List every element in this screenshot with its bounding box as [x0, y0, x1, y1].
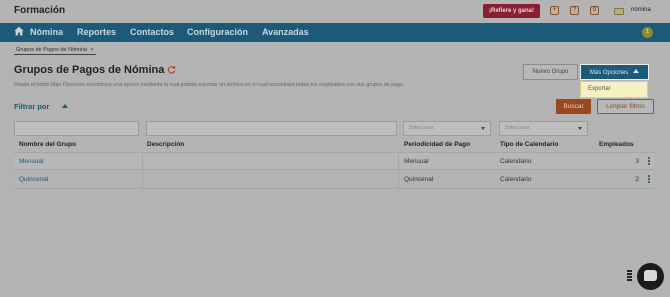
chevron-down-icon: [481, 127, 485, 130]
chevron-up-icon[interactable]: [62, 104, 68, 108]
dropdown-item-exportar[interactable]: Exportar: [580, 81, 648, 98]
drag-handle-icon[interactable]: [627, 270, 632, 284]
help-icon[interactable]: ?: [570, 6, 579, 15]
refresh-icon[interactable]: [167, 65, 176, 74]
notification-icon[interactable]: 0: [590, 6, 599, 15]
nombre-filter-input[interactable]: [14, 121, 139, 136]
header-empleados[interactable]: Empleados: [599, 141, 634, 148]
folder-icon[interactable]: [614, 8, 624, 15]
header-nombre[interactable]: Nombre del Grupo: [19, 141, 76, 148]
app-title: Formación: [14, 5, 66, 16]
main-nav: Nómina Reportes Contactos Configuración …: [0, 23, 670, 42]
top-bar: Formación ¡Refiere y gana! + ? 0 nómina: [0, 0, 670, 23]
mas-opciones-label: Más Opciones: [589, 70, 629, 76]
header-periodicidad[interactable]: Periodicidad de Pago: [404, 141, 470, 148]
refiere-button[interactable]: ¡Refiere y gana!: [483, 4, 540, 18]
cell-tipo: Calendario: [500, 158, 532, 165]
chat-icon: [644, 270, 657, 281]
page-subtitle: Desde el botón Más Opciones encontrará u…: [14, 82, 403, 88]
filtrar-toggle[interactable]: Filtrar por: [14, 102, 49, 111]
cell-nombre[interactable]: Quincenal: [19, 176, 48, 183]
table-row: Quincenal Quincenal Calendario 2: [14, 171, 655, 189]
home-icon[interactable]: [14, 26, 24, 36]
row-menu-icon[interactable]: [648, 157, 650, 167]
tipo-placeholder: Selecciona: [505, 125, 530, 131]
plus-icon[interactable]: +: [550, 6, 559, 15]
table-row: Mensual Mensual Calendario 3: [14, 152, 655, 171]
nav-item-reportes[interactable]: Reportes: [77, 27, 116, 37]
row-menu-icon[interactable]: [648, 175, 650, 185]
cell-empleados: 2: [635, 176, 639, 183]
cell-periodicidad: Quincenal: [404, 176, 434, 183]
cell-periodicidad: Mensual: [404, 158, 429, 165]
nav-item-nomina[interactable]: Nómina: [30, 27, 63, 37]
close-icon[interactable]: ×: [90, 47, 93, 53]
chevron-up-icon: [633, 69, 640, 73]
page-title: Grupos de Pagos de Nómina: [14, 64, 165, 76]
username[interactable]: nómina: [631, 7, 651, 13]
breadcrumb-tab-label: Grupos de Pagos de Nómina: [16, 47, 87, 53]
header-descripcion[interactable]: Descripción: [147, 141, 184, 148]
nav-item-avanzadas[interactable]: Avanzadas: [262, 27, 309, 37]
buscar-button[interactable]: Buscar: [556, 99, 591, 114]
nav-badge[interactable]: 1: [642, 27, 653, 38]
limpiar-filtros-button[interactable]: Limpiar filtros: [597, 99, 654, 114]
chevron-down-icon: [578, 127, 582, 130]
cell-empleados: 3: [635, 158, 639, 165]
chat-button[interactable]: [637, 263, 664, 290]
breadcrumb-tab[interactable]: Grupos de Pagos de Nómina ×: [14, 45, 96, 55]
periodicidad-placeholder: Selecciona: [409, 125, 434, 131]
cell-tipo: Calendario: [500, 176, 532, 183]
cell-nombre[interactable]: Mensual: [19, 158, 44, 165]
periodicidad-filter-select[interactable]: Selecciona: [403, 121, 491, 136]
mas-opciones-button[interactable]: Más Opciones: [580, 64, 649, 80]
nuevo-grupo-button[interactable]: Nuevo Grupo: [523, 64, 578, 80]
nav-item-contactos[interactable]: Contactos: [130, 27, 174, 37]
nav-item-configuracion[interactable]: Configuración: [187, 27, 248, 37]
header-tipo[interactable]: Tipo de Calendario: [500, 141, 558, 148]
tipo-filter-select[interactable]: Selecciona: [499, 121, 588, 136]
descripcion-filter-input[interactable]: [146, 121, 397, 136]
